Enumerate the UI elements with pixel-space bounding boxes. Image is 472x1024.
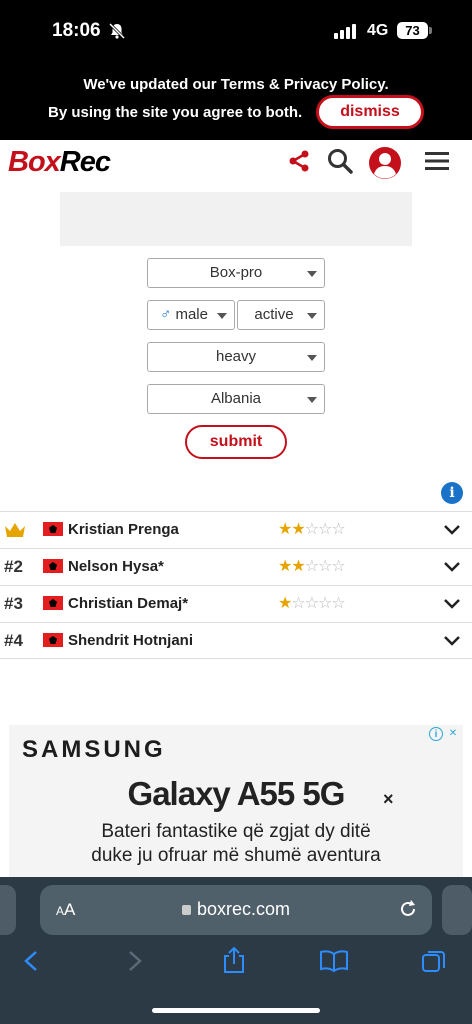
sex-select[interactable]: ♂ male xyxy=(147,300,235,330)
back-icon[interactable] xyxy=(22,949,40,973)
share-icon[interactable] xyxy=(222,946,246,974)
albania-flag-icon xyxy=(43,559,63,573)
chevron-down-icon xyxy=(307,313,317,319)
info-icon[interactable]: i xyxy=(441,482,463,504)
crown-icon xyxy=(5,523,25,537)
sex-select-value: male xyxy=(175,306,208,323)
tabs-icon[interactable] xyxy=(421,949,447,975)
boxer-name[interactable]: Nelson Hysa* xyxy=(68,558,164,575)
table-row[interactable]: Kristian Prenga ★★☆☆☆ xyxy=(0,511,472,548)
battery-cap xyxy=(429,27,432,34)
next-tab-peek[interactable] xyxy=(442,885,472,935)
silent-bell-icon xyxy=(108,22,126,40)
rank-number: #4 xyxy=(4,631,23,650)
ratings-select[interactable]: Box-pro xyxy=(147,258,325,288)
ad-placeholder xyxy=(60,192,412,246)
chevron-down-icon xyxy=(307,397,317,403)
chevron-down-icon[interactable] xyxy=(443,598,461,610)
chevron-down-icon xyxy=(307,271,317,277)
ad-brand: SAMSUNG xyxy=(22,736,166,763)
address-bar[interactable]: AA boxrec.com xyxy=(40,885,432,935)
country-select[interactable]: Albania xyxy=(147,384,325,414)
boxrec-logo[interactable]: BoxRec xyxy=(8,146,111,179)
forward-icon[interactable] xyxy=(126,949,144,973)
status-time: 18:06 xyxy=(52,20,101,41)
terms-notice-line2: By using the site you agree to both. xyxy=(48,104,303,121)
star-rating: ★★☆☆☆ xyxy=(278,521,346,538)
star-rating: ★☆☆☆☆ xyxy=(278,595,346,612)
rank-number: #3 xyxy=(4,594,23,613)
chevron-down-icon xyxy=(307,355,317,361)
adchoices-icon[interactable]: i ✕ xyxy=(429,727,460,741)
reload-icon[interactable] xyxy=(398,899,418,919)
chevron-down-icon[interactable] xyxy=(443,524,461,536)
home-indicator xyxy=(152,1008,320,1013)
browser-toolbar: AA boxrec.com xyxy=(0,877,472,1024)
chevron-down-icon xyxy=(217,313,227,319)
search-icon[interactable] xyxy=(327,148,353,174)
table-row[interactable]: #2 Nelson Hysa* ★★☆☆☆ xyxy=(0,548,472,585)
terms-notice-line1: We've updated our Terms & Privacy Policy… xyxy=(83,76,389,93)
division-select-value: heavy xyxy=(215,348,257,365)
division-select[interactable]: heavy xyxy=(147,342,325,372)
lock-icon xyxy=(181,905,191,915)
ratings-select-value: Box-pro xyxy=(209,264,263,281)
ad-description-line2: duke ju ofruar më shumë aventura xyxy=(91,845,381,866)
logo-rec: Rec xyxy=(59,146,111,178)
top-area: 18:06 4G 73 We've updated our Terms & Pr… xyxy=(0,0,472,140)
boxer-name[interactable]: Shendrit Hotnjani xyxy=(68,632,193,649)
menu-icon[interactable] xyxy=(425,151,449,171)
table-row[interactable]: #3 Christian Demaj* ★☆☆☆☆ xyxy=(0,585,472,622)
dismiss-button[interactable]: dismiss xyxy=(316,95,424,129)
albania-flag-icon xyxy=(43,596,63,610)
boxer-name[interactable]: Kristian Prenga xyxy=(68,521,179,538)
albania-flag-icon xyxy=(43,522,63,536)
male-symbol-icon: ♂ xyxy=(160,306,172,323)
samsung-ad[interactable]: SAMSUNG i ✕ Galaxy A55 5G × Bateri fantas… xyxy=(9,725,463,877)
logo-box: Box xyxy=(8,146,61,178)
network-type: 4G xyxy=(367,22,389,39)
boxer-name[interactable]: Christian Demaj* xyxy=(68,595,188,612)
ad-title: Galaxy A55 5G xyxy=(127,775,346,812)
ad-description-line1: Bateri fantastike që zgjat dy ditë xyxy=(101,821,371,842)
table-row[interactable]: #4 Shendrit Hotnjani xyxy=(0,622,472,659)
user-account-icon[interactable] xyxy=(368,146,402,180)
url-text: boxrec.com xyxy=(196,899,291,919)
chevron-down-icon[interactable] xyxy=(443,561,461,573)
country-select-value: Albania xyxy=(210,390,262,407)
prev-tab-peek[interactable] xyxy=(0,885,16,935)
albania-flag-icon xyxy=(43,633,63,647)
chevron-down-icon[interactable] xyxy=(443,635,461,647)
submit-button[interactable]: submit xyxy=(185,425,287,459)
battery-icon: 73 xyxy=(397,22,428,39)
rank-number: #2 xyxy=(4,557,23,576)
bookmarks-icon[interactable] xyxy=(319,949,349,973)
status-select-value: active xyxy=(254,306,294,323)
share-icon[interactable] xyxy=(288,150,310,172)
star-rating: ★★☆☆☆ xyxy=(278,558,346,575)
ad-close-icon[interactable]: × xyxy=(383,789,394,810)
signal-icon xyxy=(334,24,356,39)
status-select[interactable]: active xyxy=(237,300,325,330)
